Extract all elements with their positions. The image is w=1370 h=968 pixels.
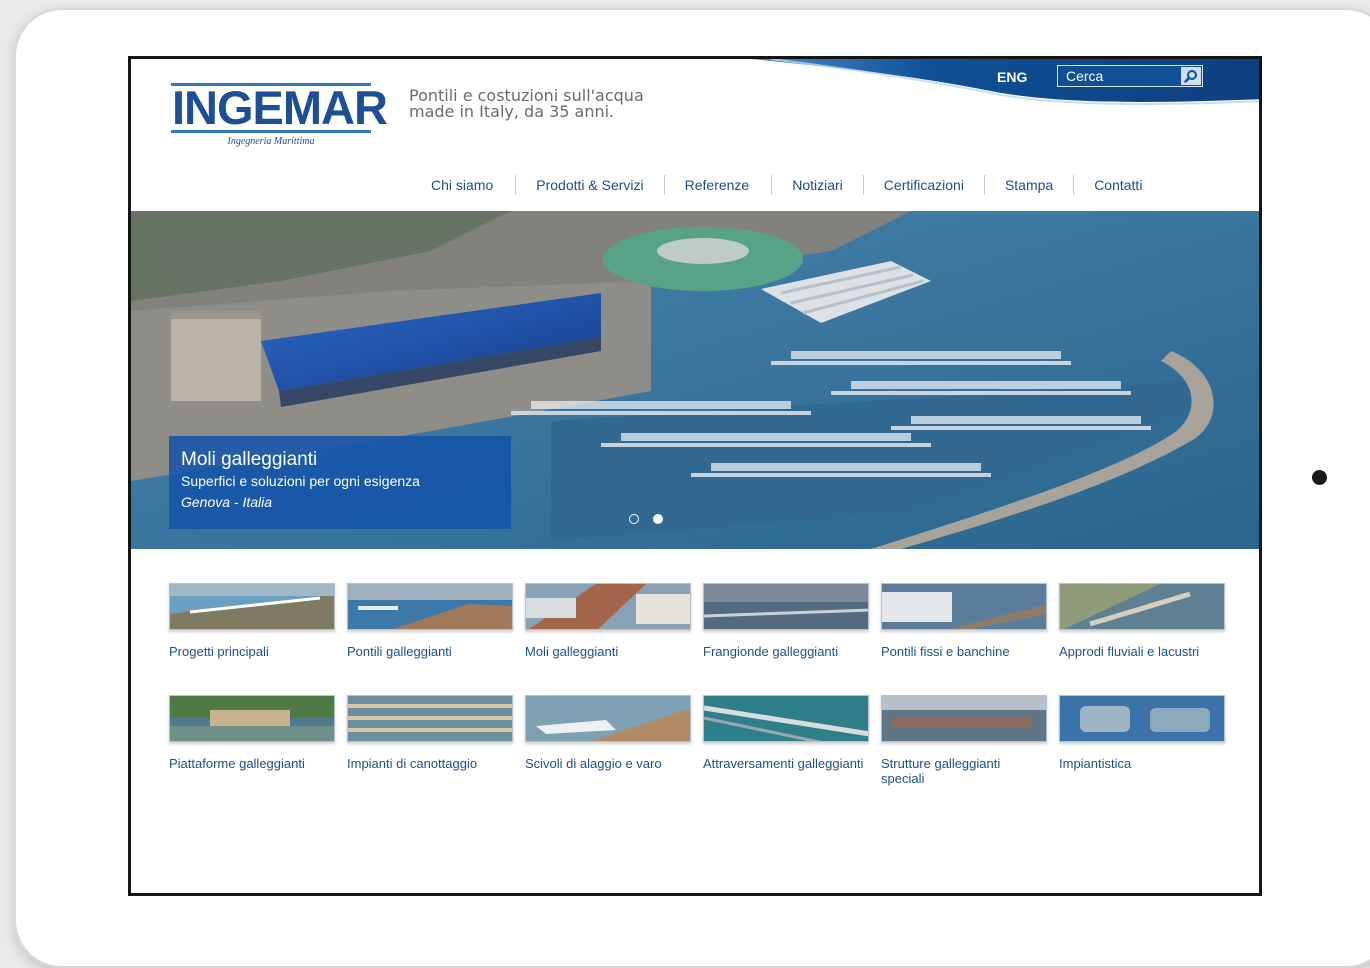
hero-title: Moli galleggianti xyxy=(181,449,318,470)
category-tile-impiantistica[interactable]: Impiantistica xyxy=(1059,695,1225,771)
category-label: Strutture galleggianti speciali xyxy=(881,756,1001,786)
nav-referenze[interactable]: Referenze xyxy=(685,177,750,193)
nav-separator xyxy=(862,175,864,195)
nav-stampa[interactable]: Stampa xyxy=(1005,177,1053,193)
nav-separator xyxy=(983,175,985,195)
slider-dot-2[interactable] xyxy=(653,514,663,524)
category-thumbnail xyxy=(703,583,869,630)
hero-subtitle: Superfici e soluzioni per ogni esigenza xyxy=(181,473,420,489)
site-tagline: Pontili e costuzioni sull'acqua made in … xyxy=(409,88,729,120)
nav-separator xyxy=(1073,175,1075,195)
ingemar-logo[interactable]: INGEMAR Ingegneria Marittima xyxy=(171,81,388,149)
search-icon xyxy=(1184,70,1197,83)
tagline-line-2: made in Italy, da 35 anni. xyxy=(409,102,615,121)
slider-pagination xyxy=(629,514,663,524)
category-thumbnail xyxy=(169,583,335,630)
category-thumbnail xyxy=(881,695,1047,742)
category-label: Progetti principali xyxy=(169,644,269,659)
category-label: Scivoli di alaggio e varo xyxy=(525,756,662,771)
category-tile-pontili-galleggianti[interactable]: Pontili galleggianti xyxy=(347,583,513,659)
nav-separator xyxy=(663,175,665,195)
category-thumbnail xyxy=(1059,583,1225,630)
category-tile-pontili-fissi-banchine[interactable]: Pontili fissi e banchine xyxy=(881,583,1047,659)
hero-location: Genova - Italia xyxy=(181,494,273,510)
logo-subtitle: Ingegneria Marittima xyxy=(227,136,315,147)
main-navigation: Chi siamo Prodotti & Servizi Referenze N… xyxy=(431,173,1142,197)
category-tile-piattaforme-galleggianti[interactable]: Piattaforme galleggianti xyxy=(169,695,335,771)
category-thumbnail xyxy=(703,695,869,742)
logo-wordmark: INGEMAR xyxy=(172,81,388,134)
category-thumbnail xyxy=(525,583,691,630)
category-tile-impianti-canottaggio[interactable]: Impianti di canottaggio xyxy=(347,695,513,771)
nav-separator xyxy=(515,175,517,195)
category-label: Impianti di canottaggio xyxy=(347,756,478,771)
category-label: Impiantistica xyxy=(1059,756,1132,771)
category-thumbnail xyxy=(347,695,513,742)
category-thumbnail xyxy=(347,583,513,630)
search-box xyxy=(1057,65,1203,87)
hero-caption[interactable]: Moli galleggianti Superfici e soluzioni … xyxy=(169,436,511,529)
nav-chi-siamo[interactable]: Chi siamo xyxy=(431,177,493,193)
category-label: Pontili galleggianti xyxy=(347,644,452,659)
category-label: Piattaforme galleggianti xyxy=(169,756,305,771)
nav-contatti[interactable]: Contatti xyxy=(1094,177,1142,193)
nav-prodotti-servizi[interactable]: Prodotti & Servizi xyxy=(536,177,643,193)
category-thumbnail xyxy=(525,695,691,742)
nav-certificazioni[interactable]: Certificazioni xyxy=(884,177,964,193)
category-label: Frangionde galleggianti xyxy=(703,644,839,659)
hero-slider[interactable]: Moli galleggianti Superfici e soluzioni … xyxy=(131,211,1259,549)
search-button[interactable] xyxy=(1181,67,1201,85)
category-thumbnail xyxy=(881,583,1047,630)
slider-dot-1[interactable] xyxy=(629,514,639,524)
tablet-camera xyxy=(1312,470,1327,485)
category-tile-scivoli-alaggio-varo[interactable]: Scivoli di alaggio e varo xyxy=(525,695,691,771)
category-label: Attraversamenti galleggianti xyxy=(703,756,864,771)
browser-screen: INGEMAR Ingegneria Marittima Pontili e c… xyxy=(128,56,1262,896)
category-tile-approdi-fluviali-lacustri[interactable]: Approdi fluviali e lacustri xyxy=(1059,583,1225,659)
nav-notiziari[interactable]: Notiziari xyxy=(792,177,843,193)
category-tile-frangionde-galleggianti[interactable]: Frangionde galleggianti xyxy=(703,583,869,659)
category-tile-strutture-galleggianti-speciali[interactable]: Strutture galleggianti speciali xyxy=(881,695,1047,786)
category-thumbnail xyxy=(1059,695,1225,742)
category-label: Approdi fluviali e lacustri xyxy=(1059,644,1200,659)
search-input[interactable] xyxy=(1058,66,1176,86)
language-switch-link[interactable]: ENG xyxy=(997,69,1027,85)
nav-separator xyxy=(771,175,773,195)
category-tile-progetti-principali[interactable]: Progetti principali xyxy=(169,583,335,659)
category-tile-attraversamenti-galleggianti[interactable]: Attraversamenti galleggianti xyxy=(703,695,869,771)
category-tile-moli-galleggianti[interactable]: Moli galleggianti xyxy=(525,583,691,659)
category-label: Pontili fissi e banchine xyxy=(881,644,1010,659)
category-label: Moli galleggianti xyxy=(525,644,619,659)
category-thumbnail xyxy=(169,695,335,742)
